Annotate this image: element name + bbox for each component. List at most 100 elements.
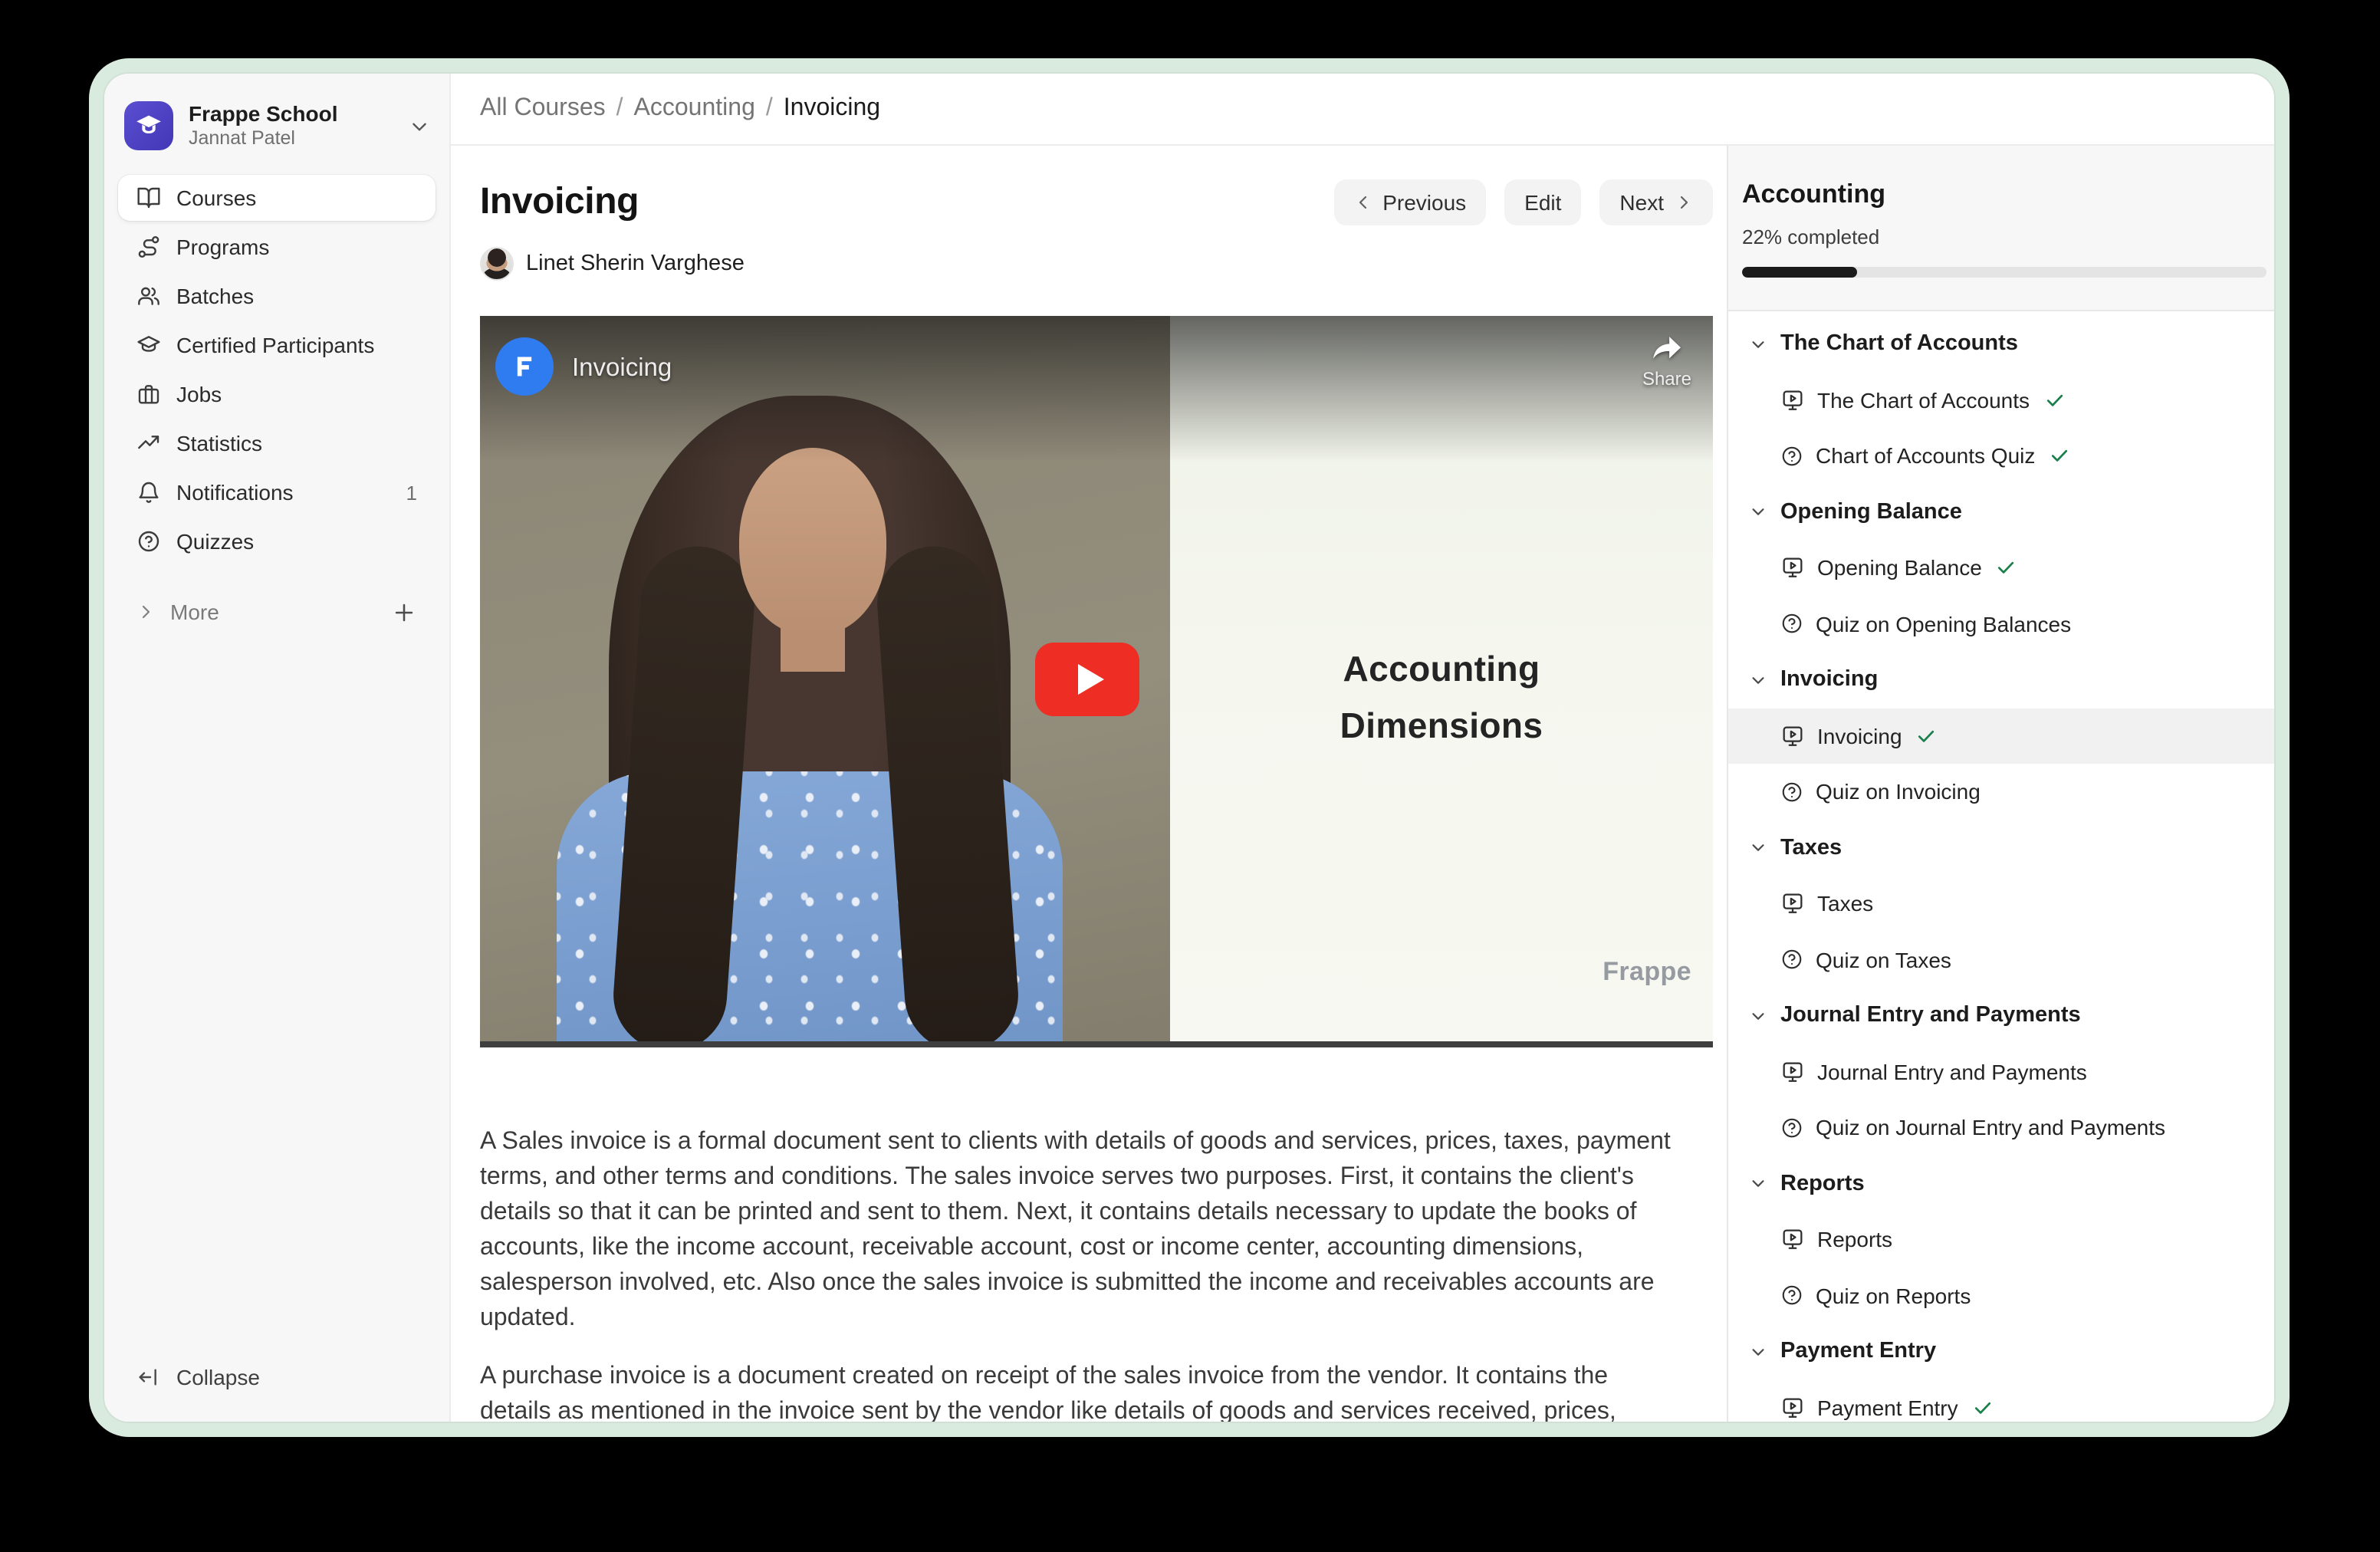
next-button[interactable]: Next	[1599, 179, 1713, 225]
breadcrumb-separator: /	[616, 95, 623, 121]
outline-lesson[interactable]: Quiz on Reports	[1728, 1268, 2274, 1323]
completed-check-icon	[1972, 1397, 1994, 1419]
bell-icon	[136, 480, 161, 505]
outline-lesson[interactable]: Quiz on Invoicing	[1728, 764, 2274, 820]
help-circle-icon	[136, 529, 161, 554]
progress-track	[1742, 267, 2267, 278]
lesson-title: Opening Balance	[1817, 556, 1982, 580]
sidebar-item-notifications[interactable]: Notifications 1	[118, 469, 436, 515]
lesson-title: Journal Entry and Payments	[1817, 1060, 2087, 1084]
outline-lesson[interactable]: Journal Entry and Payments	[1728, 1044, 2274, 1100]
workspace-switcher[interactable]: Frappe School Jannat Patel	[118, 98, 436, 153]
notification-count-badge: 1	[406, 481, 417, 504]
app-window: Frappe School Jannat Patel Courses Progr…	[89, 58, 2290, 1437]
outline-chapter[interactable]: Reports	[1728, 1156, 2274, 1212]
video-lesson-icon	[1780, 892, 1805, 916]
add-button[interactable]	[391, 599, 417, 625]
outline-chapter[interactable]: Journal Entry and Payments	[1728, 988, 2274, 1044]
outline-lesson[interactable]: Chart of Accounts Quiz	[1728, 428, 2274, 484]
outline-list: The Chart of Accounts The Chart of Accou…	[1728, 311, 2274, 1422]
chevron-down-icon	[1750, 504, 1767, 521]
chapter-title: Reports	[1780, 1172, 1865, 1196]
play-button[interactable]	[1035, 643, 1139, 716]
outline-lesson[interactable]: Opening Balance	[1728, 540, 2274, 596]
outline-lesson-active[interactable]: Invoicing	[1728, 708, 2274, 764]
outline-header: Accounting 22% completed	[1728, 146, 2274, 311]
page-title: Invoicing	[480, 181, 639, 224]
chapter-title: Journal Entry and Payments	[1780, 1004, 2081, 1028]
sidebar-item-label: Statistics	[176, 431, 262, 455]
completed-check-icon	[1996, 557, 2017, 579]
sidebar-item-programs[interactable]: Programs	[118, 224, 436, 270]
outline-lesson[interactable]: Quiz on Journal Entry and Payments	[1728, 1100, 2274, 1156]
sidebar-item-label: Certified Participants	[176, 333, 374, 357]
video-lesson-icon	[1780, 1060, 1805, 1084]
app-panel: Frappe School Jannat Patel Courses Progr…	[104, 74, 2274, 1422]
collapse-icon	[136, 1365, 161, 1389]
sidebar-item-label: Jobs	[176, 382, 222, 406]
sidebar-item-quizzes[interactable]: Quizzes	[118, 518, 436, 564]
video-lesson-icon	[1780, 1228, 1805, 1252]
top-header: All Courses/Accounting/Invoicing	[451, 74, 2274, 146]
main-region: All Courses / Accounting / Invoicing Invoici…	[451, 74, 2274, 1422]
share-button[interactable]: Share	[1642, 334, 1691, 390]
video-player[interactable]: Accounting Dimensions Frappe Invoic	[480, 316, 1713, 1047]
chevron-left-icon	[1353, 193, 1372, 212]
chapter-title: Opening Balance	[1780, 500, 1962, 524]
outline-chapter[interactable]: The Chart of Accounts	[1728, 316, 2274, 372]
edit-button[interactable]: Edit	[1504, 179, 1581, 225]
chapter-title: Taxes	[1780, 836, 1842, 860]
completed-check-icon	[1916, 725, 1938, 747]
author-avatar	[480, 247, 514, 281]
collapse-label: Collapse	[176, 1365, 260, 1389]
outline-chapter[interactable]: Invoicing	[1728, 652, 2274, 708]
outline-lesson[interactable]: Quiz on Opening Balances	[1728, 596, 2274, 652]
sidebar-more[interactable]: More	[118, 589, 436, 635]
breadcrumb: All Courses/Accounting/Invoicing	[480, 95, 880, 123]
channel-avatar-icon[interactable]	[495, 337, 554, 396]
quiz-icon	[1780, 781, 1803, 804]
quiz-icon	[1780, 613, 1803, 636]
previous-button[interactable]: Previous	[1333, 179, 1486, 225]
share-icon	[1650, 334, 1684, 363]
sidebar-item-batches[interactable]: Batches	[118, 273, 436, 319]
course-outline-panel: Accounting 22% completed The Chart of Ac…	[1727, 146, 2274, 1422]
video-lesson-icon	[1780, 388, 1805, 413]
outline-lesson[interactable]: Reports	[1728, 1212, 2274, 1268]
chapter-title: The Chart of Accounts	[1780, 332, 2018, 357]
frappe-school-logo-icon	[124, 101, 173, 150]
briefcase-icon	[136, 382, 161, 406]
sidebar-item-jobs[interactable]: Jobs	[118, 371, 436, 417]
outline-lesson[interactable]: Quiz on Taxes	[1728, 932, 2274, 988]
sidebar-item-label: Quizzes	[176, 529, 254, 554]
lesson-nav-buttons: Previous Edit Next	[1333, 179, 1713, 225]
breadcrumb-separator: /	[766, 95, 773, 121]
outline-lesson[interactable]: The Chart of Accounts	[1728, 372, 2274, 428]
collapse-sidebar-button[interactable]: Collapse	[118, 1354, 436, 1400]
outline-chapter[interactable]: Taxes	[1728, 820, 2274, 876]
sidebar-item-courses[interactable]: Courses	[118, 175, 436, 221]
users-icon	[136, 284, 161, 308]
video-top-overlay: Invoicing Share	[480, 316, 1713, 423]
more-label: More	[170, 600, 219, 624]
outline-lesson[interactable]: Payment Entry	[1728, 1379, 2274, 1422]
breadcrumb-all-courses[interactable]: All Courses	[480, 95, 606, 121]
chevron-right-icon	[1675, 193, 1693, 212]
outline-chapter[interactable]: Payment Entry	[1728, 1323, 2274, 1379]
outline-lesson[interactable]: Taxes	[1728, 876, 2274, 932]
video-lesson-icon	[1780, 1396, 1805, 1420]
video-progress-bar[interactable]	[480, 1041, 1713, 1047]
chevron-down-icon	[1750, 1008, 1767, 1024]
breadcrumb-accounting[interactable]: Accounting	[634, 95, 755, 121]
author-name: Linet Sherin Varghese	[526, 252, 745, 276]
sidebar-item-statistics[interactable]: Statistics	[118, 420, 436, 466]
sidebar-nav: Courses Programs Batches Certified Parti…	[118, 175, 436, 567]
sidebar-item-label: Notifications	[176, 480, 294, 505]
slide-title: Accounting Dimensions	[1170, 641, 1713, 755]
sidebar-item-label: Programs	[176, 235, 269, 259]
video-lesson-icon	[1780, 556, 1805, 580]
video-overlay-title[interactable]: Invoicing	[572, 354, 672, 383]
sidebar-item-certified-participants[interactable]: Certified Participants	[118, 322, 436, 368]
outline-chapter[interactable]: Opening Balance	[1728, 484, 2274, 540]
paragraph: A Sales invoice is a formal document sen…	[480, 1124, 1682, 1336]
